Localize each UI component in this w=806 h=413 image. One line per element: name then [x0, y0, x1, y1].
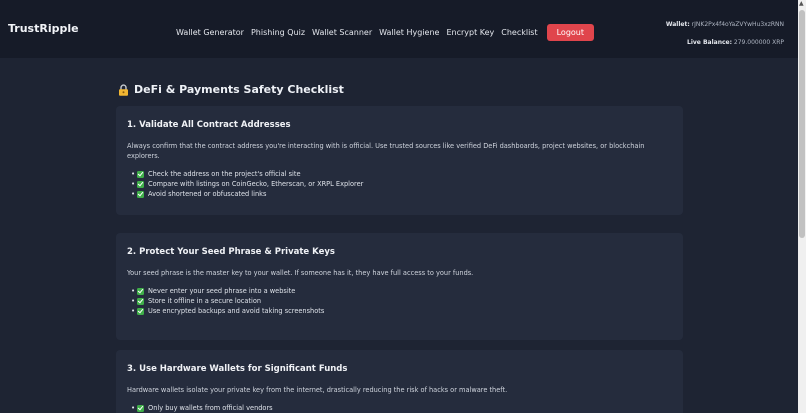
card-description: Your seed phrase is the master key to yo…: [127, 269, 474, 277]
brand-logo[interactable]: TrustRipple: [8, 22, 79, 35]
nav-wallet-hygiene[interactable]: Wallet Hygiene: [379, 28, 439, 37]
check-icon: [137, 180, 144, 188]
checklist-item: • Avoid shortened or obfuscated links: [131, 189, 672, 199]
page-title-text: DeFi & Payments Safety Checklist: [134, 83, 344, 96]
nav-wallet-scanner[interactable]: Wallet Scanner: [312, 28, 372, 37]
lock-icon: [119, 83, 128, 96]
page-scrollbar[interactable]: ▲: [798, 0, 806, 413]
card-description: Hardware wallets isolate your private ke…: [127, 386, 508, 394]
card-title: 2. Protect Your Seed Phrase & Private Ke…: [127, 247, 335, 257]
checklist-item-text: Store it offline in a secure location: [148, 297, 262, 305]
check-icon: [137, 307, 144, 315]
nav-phishing-quiz[interactable]: Phishing Quiz: [251, 28, 305, 37]
checklist-item: • Only buy wallets from official vendors: [131, 403, 672, 413]
wallet-balance-row: Live Balance: 279.000000 XRP: [666, 34, 784, 52]
wallet-balance: 279.000000 XRP: [733, 39, 784, 46]
checklist-item: • Store it offline in a secure location: [131, 296, 672, 306]
logout-button[interactable]: Logout: [546, 24, 594, 41]
main-content: DeFi & Payments Safety Checklist 1. Vali…: [0, 58, 798, 413]
check-icon: [137, 287, 144, 295]
checklist-item: • Compare with listings on CoinGecko, Eth…: [131, 179, 672, 189]
nav-encrypt-key[interactable]: Encrypt Key: [446, 28, 494, 37]
checklist-item-text: Check the address on the project's offic…: [148, 170, 301, 178]
wallet-address-row: Wallet: rJNK2Px4f4oYaZVYwHu3xzRNN: [666, 16, 784, 34]
checklist-item: • Use encrypted backups and avoid taking …: [131, 306, 672, 316]
checklist-item-text: Use encrypted backups and avoid taking s…: [148, 307, 325, 315]
checklist: • Only buy wallets from official vendors: [127, 403, 672, 413]
page-title: DeFi & Payments Safety Checklist: [118, 83, 344, 96]
check-icon: [137, 170, 144, 178]
card-title: 1. Validate All Contract Addresses: [127, 120, 291, 130]
check-icon: [137, 297, 144, 305]
checklist: • Check the address on the project's offi…: [127, 169, 672, 199]
checklist-item-text: Compare with listings on CoinGecko, Ethe…: [148, 180, 364, 188]
checklist-item-text: Never enter your seed phrase into a webs…: [148, 287, 296, 295]
scrollbar-thumb[interactable]: [799, 10, 805, 238]
check-icon: [137, 190, 144, 198]
checklist-card-contract-addresses: 1. Validate All Contract Addresses Alway…: [116, 106, 683, 215]
check-icon: [137, 404, 144, 412]
wallet-address: rJNK2Px4f4oYaZVYwHu3xzRNN: [691, 21, 784, 28]
checklist-item-text: Only buy wallets from official vendors: [148, 404, 273, 412]
checklist-item: • Check the address on the project's offi…: [131, 169, 672, 179]
nav-wallet-generator[interactable]: Wallet Generator: [176, 28, 244, 37]
checklist-item: • Never enter your seed phrase into a web…: [131, 286, 672, 296]
checklist-item-text: Avoid shortened or obfuscated links: [148, 190, 267, 198]
checklist-card-hardware-wallets: 3. Use Hardware Wallets for Significant …: [116, 350, 683, 413]
wallet-address-label: Wallet:: [665, 21, 690, 28]
card-description: Always confirm that the contract address…: [127, 142, 645, 160]
checklist-card-seed-phrase: 2. Protect Your Seed Phrase & Private Ke…: [116, 233, 683, 340]
wallet-balance-label: Live Balance:: [687, 39, 732, 46]
main-nav: Wallet Generator Phishing Quiz Wallet Sc…: [176, 24, 594, 41]
top-navbar: TrustRipple Wallet Generator Phishing Qu…: [0, 0, 798, 58]
wallet-info: Wallet: rJNK2Px4f4oYaZVYwHu3xzRNN Live B…: [666, 16, 784, 52]
nav-checklist[interactable]: Checklist: [501, 28, 537, 37]
checklist: • Never enter your seed phrase into a web…: [127, 286, 672, 316]
scroll-up-icon[interactable]: ▲: [799, 0, 804, 7]
card-title: 3. Use Hardware Wallets for Significant …: [127, 364, 348, 374]
